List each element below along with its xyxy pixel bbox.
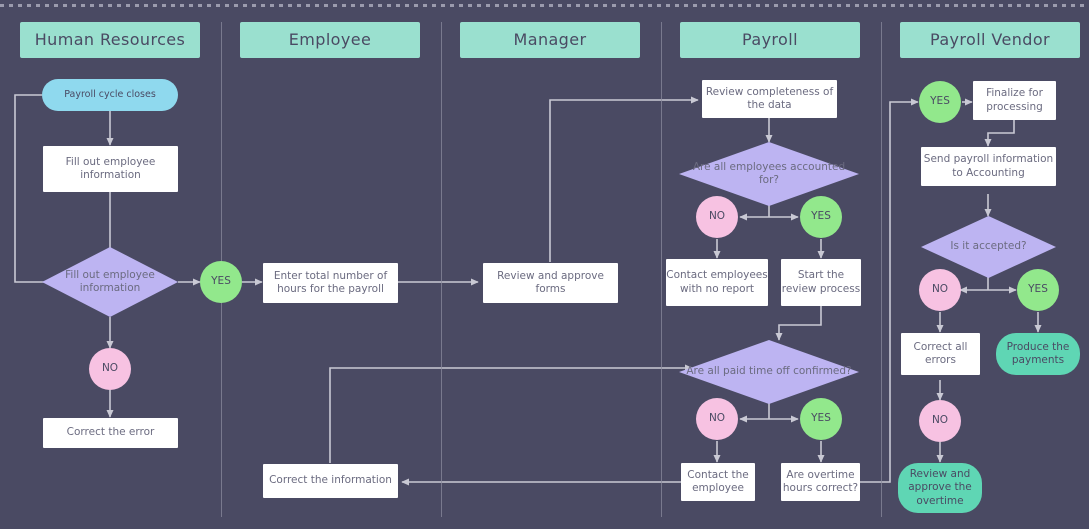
node-payroll-no-pto[interactable]: NO <box>696 398 738 440</box>
node-label: YES <box>811 412 831 425</box>
node-contact-the-employee[interactable]: Contact the employee <box>681 463 755 501</box>
node-label: Correct the information <box>269 474 392 487</box>
node-decision-all-paid-time-off-confirmed[interactable]: Are all paid time off confirmed? <box>679 340 859 404</box>
lane-divider-2 <box>441 22 442 517</box>
node-correct-all-errors[interactable]: Correct all errors <box>901 333 980 375</box>
node-finalize-for-processing[interactable]: Finalize for processing <box>973 81 1056 120</box>
lane-header-payroll: Payroll <box>680 22 860 58</box>
node-produce-the-payments[interactable]: Produce the payments <box>996 333 1080 375</box>
node-payroll-cycle-closes[interactable]: Payroll cycle closes <box>42 79 178 111</box>
lane-header-label: Payroll <box>742 30 798 49</box>
node-label: Fill out employee information <box>65 155 156 181</box>
lane-header-manager: Manager <box>460 22 640 58</box>
lane-header-label: Manager <box>513 30 587 49</box>
node-label: Start the review process <box>781 269 861 295</box>
node-correct-the-error[interactable]: Correct the error <box>43 418 178 448</box>
node-enter-total-hours[interactable]: Enter total number of hours for the payr… <box>263 263 398 303</box>
lane-divider-4 <box>881 22 882 517</box>
node-payroll-yes-accounted[interactable]: YES <box>800 196 842 238</box>
node-label: Contact employees with no report <box>666 269 768 295</box>
node-vendor-yes-accepted[interactable]: YES <box>1017 269 1059 311</box>
node-label: Are all paid time off confirmed? <box>686 365 852 378</box>
node-label: Enter total number of hours for the payr… <box>273 269 388 295</box>
node-label: Payroll cycle closes <box>64 89 156 101</box>
lane-header-label: Employee <box>288 30 372 49</box>
node-label: Is it accepted? <box>950 240 1027 253</box>
node-vendor-no-overtime[interactable]: NO <box>919 400 961 442</box>
node-label: Contact the employee <box>687 468 749 494</box>
node-label: Send payroll information to Accounting <box>923 153 1054 179</box>
node-label: Fill out employee information <box>65 268 155 294</box>
node-vendor-no-accepted[interactable]: NO <box>919 269 961 311</box>
lane-header-employee: Employee <box>240 22 420 58</box>
node-send-payroll-information-to-accounting[interactable]: Send payroll information to Accounting <box>921 147 1056 186</box>
node-label: Review and approve forms <box>497 269 604 295</box>
node-label: NO <box>708 210 726 223</box>
node-label: NO <box>931 283 949 296</box>
lane-header-label: Payroll Vendor <box>929 30 1050 49</box>
node-start-the-review-process[interactable]: Start the review process <box>781 259 861 306</box>
node-hr-no[interactable]: NO <box>89 348 131 390</box>
node-label: Are overtime hours correct? <box>782 468 859 494</box>
node-review-and-approve-the-overtime[interactable]: Review and approve the overtime <box>898 463 982 513</box>
node-label: NO <box>101 362 119 375</box>
node-label: YES <box>211 275 231 288</box>
node-label: Review completeness of the data <box>705 85 834 111</box>
node-review-and-approve-forms[interactable]: Review and approve forms <box>483 263 618 303</box>
node-vendor-yes-top[interactable]: YES <box>919 81 961 123</box>
node-payroll-no-accounted[interactable]: NO <box>696 196 738 238</box>
node-label: YES <box>930 95 950 108</box>
node-review-completeness-of-the-data[interactable]: Review completeness of the data <box>702 80 837 118</box>
lane-header-label: Human Resources <box>34 30 186 49</box>
node-hr-decision-fill-out-employee-information[interactable]: Fill out employee information <box>42 247 178 317</box>
node-label: YES <box>811 210 831 223</box>
top-dotted-border <box>0 4 1089 7</box>
node-hr-fill-out-employee-information[interactable]: Fill out employee information <box>43 146 178 192</box>
node-label: NO <box>708 412 726 425</box>
node-label: YES <box>1028 283 1048 296</box>
node-label: Review and approve the overtime <box>908 468 972 507</box>
node-are-overtime-hours-correct[interactable]: Are overtime hours correct? <box>781 463 860 501</box>
node-label: Finalize for processing <box>986 87 1043 113</box>
node-label: Correct the error <box>66 426 155 439</box>
flowchart-canvas: Human Resources Employee Manager Payroll… <box>0 0 1089 529</box>
node-label: Are all employees accounted for? <box>692 160 846 186</box>
lane-divider-3 <box>661 22 662 517</box>
node-label: NO <box>931 414 949 427</box>
node-decision-all-employees-accounted[interactable]: Are all employees accounted for? <box>679 142 859 206</box>
node-contact-employees-with-no-report[interactable]: Contact employees with no report <box>666 259 768 306</box>
node-hr-yes[interactable]: YES <box>200 261 242 303</box>
node-correct-the-information[interactable]: Correct the information <box>263 464 398 498</box>
node-label: Correct all errors <box>913 340 968 366</box>
node-label: Produce the payments <box>1006 340 1070 366</box>
node-payroll-yes-pto[interactable]: YES <box>800 398 842 440</box>
lane-header-human-resources: Human Resources <box>20 22 200 58</box>
lane-header-payroll-vendor: Payroll Vendor <box>900 22 1080 58</box>
